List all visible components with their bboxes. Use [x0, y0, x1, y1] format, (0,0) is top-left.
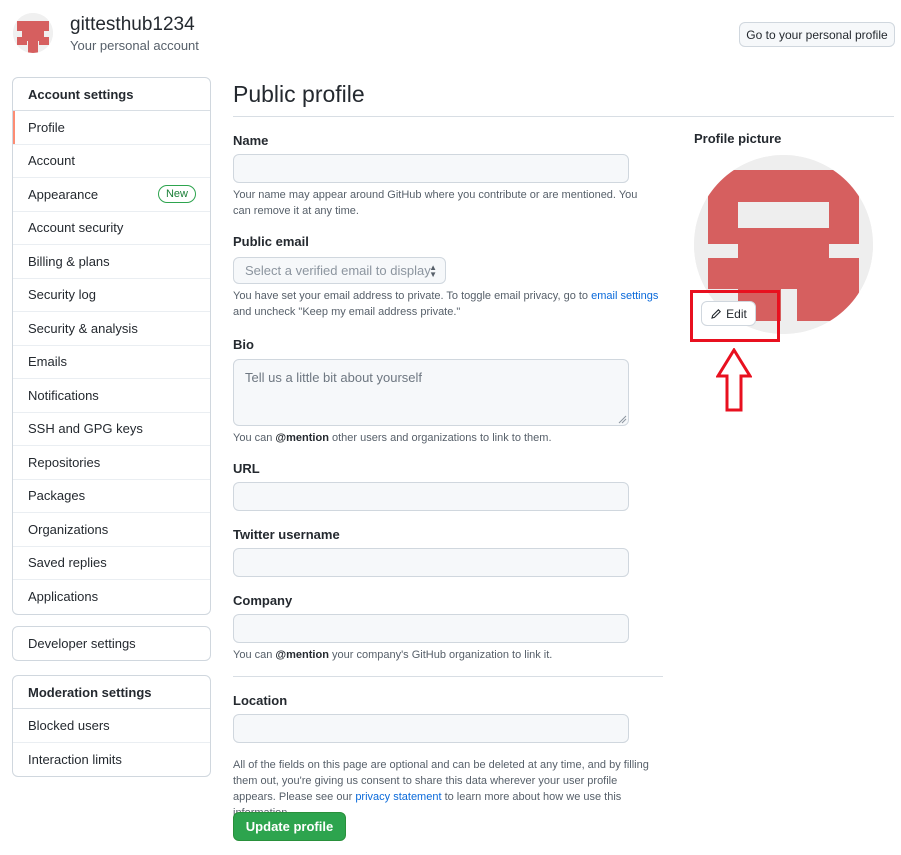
sidebar-item-label: Profile	[28, 119, 65, 135]
name-label: Name	[233, 133, 269, 148]
title-divider	[233, 116, 894, 117]
sidebar-item-applications[interactable]: Applications	[13, 580, 210, 614]
sidebar-item-label: Emails	[28, 354, 68, 370]
sidebar-item-label: Security & analysis	[28, 320, 138, 336]
page-title: Public profile	[233, 81, 365, 107]
company-input[interactable]	[233, 614, 629, 643]
sidebar-item-profile[interactable]: Profile	[13, 111, 210, 145]
privacy-statement-link[interactable]: privacy statement	[355, 791, 441, 803]
bio-label: Bio	[233, 337, 254, 352]
public-email-select-value: Select a verified email to display	[245, 263, 431, 278]
name-note: Your name may appear around GitHub where…	[233, 189, 638, 217]
moderation-settings-heading: Moderation settings	[13, 676, 210, 709]
sidebar-item-label: Notifications	[28, 387, 99, 403]
twitter-label: Twitter username	[233, 527, 340, 542]
sidebar-item-ssh-gpg[interactable]: SSH and GPG keys	[13, 413, 210, 446]
sidebar-item-notifications[interactable]: Notifications	[13, 379, 210, 413]
sidebar-item-appearance[interactable]: Appearance New	[13, 178, 210, 212]
new-badge: New	[157, 185, 196, 204]
sidebar-item-blocked-users[interactable]: Blocked users	[13, 709, 210, 743]
company-note: You can @mention your company's GitHub o…	[233, 649, 553, 661]
sidebar-item-organizations[interactable]: Organizations	[13, 513, 210, 547]
location-label: Location	[233, 693, 288, 708]
sidebar-item-label: Billing & plans	[28, 253, 110, 269]
bio-textarea[interactable]: Tell us a little bit about yourself	[233, 359, 629, 426]
sidebar-item-label: Security log	[28, 287, 96, 303]
header-avatar[interactable]	[13, 13, 53, 53]
developer-settings-menu: Developer settings	[12, 626, 211, 661]
public-email-label: Public email	[233, 234, 309, 249]
bio-note: You can @mention other users and organiz…	[233, 432, 552, 444]
account-subtitle: Your personal account	[70, 38, 199, 53]
moderation-settings-menu: Moderation settings Blocked users Intera…	[12, 675, 211, 777]
resize-handle-icon[interactable]	[618, 415, 627, 424]
name-input[interactable]	[233, 154, 629, 183]
sidebar-item-emails[interactable]: Emails	[13, 346, 210, 379]
sidebar-item-label: Developer settings	[28, 636, 136, 651]
sidebar-item-label: Appearance	[28, 186, 99, 202]
sidebar-item-saved-replies[interactable]: Saved replies	[13, 547, 210, 580]
sidebar-item-label: Packages	[28, 488, 86, 504]
sidebar-item-interaction-limits[interactable]: Interaction limits	[13, 743, 210, 777]
url-input[interactable]	[233, 482, 629, 511]
section-divider	[233, 676, 663, 677]
sidebar-item-account[interactable]: Account	[13, 145, 210, 178]
twitter-input[interactable]	[233, 548, 629, 577]
select-caret-icon: ▲ ▼	[429, 263, 437, 279]
sidebar-item-label: Blocked users	[28, 717, 110, 733]
sidebar-item-account-security[interactable]: Account security	[13, 212, 210, 245]
public-email-select[interactable]: Select a verified email to display ▲ ▼	[233, 257, 446, 284]
sidebar-item-label: Account security	[28, 220, 124, 236]
company-label: Company	[233, 593, 293, 608]
sidebar-item-label: Saved replies	[28, 555, 107, 571]
sidebar-item-label: Account	[28, 153, 75, 169]
sidebar-item-billing[interactable]: Billing & plans	[13, 245, 210, 279]
account-settings-heading: Account settings	[13, 78, 210, 111]
sidebar-item-security-log[interactable]: Security log	[13, 279, 210, 312]
sidebar-item-label: SSH and GPG keys	[28, 421, 143, 437]
sidebar-item-label: Applications	[28, 589, 99, 605]
update-profile-button[interactable]: Update profile	[233, 812, 346, 841]
profile-picture-label: Profile picture	[694, 131, 782, 146]
annotation-arrow-up-icon	[716, 348, 752, 412]
sidebar-item-security-analysis[interactable]: Security & analysis	[13, 312, 210, 346]
email-settings-link[interactable]: email settings	[591, 290, 658, 302]
sidebar-item-label: Interaction limits	[28, 751, 122, 767]
sidebar-item-label: Organizations	[28, 521, 109, 537]
url-label: URL	[233, 461, 260, 476]
sidebar-item-repositories[interactable]: Repositories	[13, 446, 210, 480]
email-note: You have set your email address to priva…	[233, 290, 659, 318]
sidebar-item-packages[interactable]: Packages	[13, 480, 210, 513]
location-input[interactable]	[233, 714, 629, 743]
go-to-profile-button[interactable]: Go to your personal profile	[739, 22, 895, 47]
sidebar-item-developer-settings[interactable]: Developer settings	[13, 627, 210, 660]
sidebar-item-label: Repositories	[28, 454, 101, 470]
annotation-highlight-box	[690, 290, 780, 342]
account-settings-menu: Account settings Profile Account Appeara…	[12, 77, 211, 615]
account-username[interactable]: gittesthub1234	[70, 14, 195, 36]
